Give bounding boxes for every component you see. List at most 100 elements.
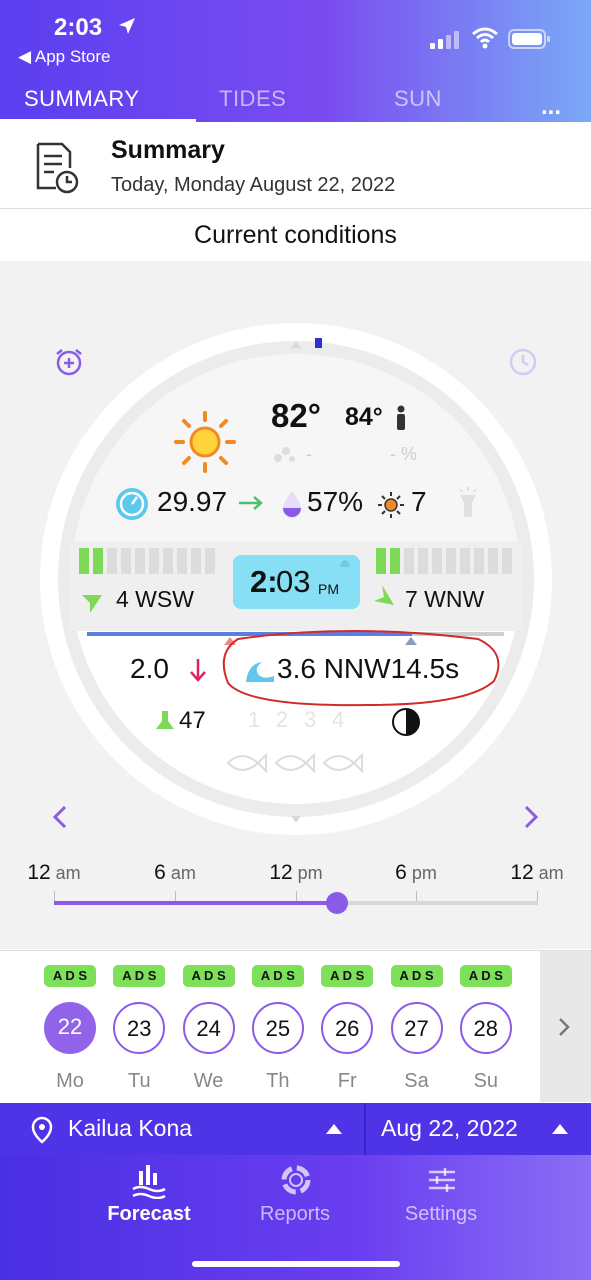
timeline-slider-handle[interactable] xyxy=(326,892,349,914)
page-title: Summary xyxy=(111,136,225,164)
signal-icon xyxy=(430,31,459,49)
location-name[interactable]: Kailua Kona xyxy=(68,1115,192,1142)
wind-direction-right-icon xyxy=(374,585,394,605)
water-temp-icon xyxy=(156,711,174,729)
fish-rating-2: 2 xyxy=(276,707,289,732)
day-button[interactable]: 28 xyxy=(459,1002,512,1054)
nav-reports[interactable]: Reports xyxy=(235,1163,355,1233)
timeline-label-unit: am xyxy=(170,863,196,883)
timeline-label: 6 pm xyxy=(366,861,466,885)
timeline-tick xyxy=(175,891,176,901)
day-button[interactable]: 26 xyxy=(321,1002,374,1054)
rain-amount: - xyxy=(306,444,312,464)
tab-tides[interactable]: TIDES xyxy=(219,86,286,112)
wifi-icon xyxy=(472,27,498,49)
bottom-navigation: Forecast Reports Settings xyxy=(0,1155,591,1280)
nav-settings-label: Settings xyxy=(404,1203,478,1225)
day-of-week-label: Sa xyxy=(404,1070,429,1092)
wind-strength-bar xyxy=(502,548,512,574)
reports-icon xyxy=(281,1165,311,1195)
time-minutes: 03 xyxy=(276,564,311,599)
wind-strength-bar xyxy=(488,548,498,574)
timeline-label: 12 am xyxy=(487,861,587,885)
next-hour-chevron-icon[interactable] xyxy=(522,805,540,829)
day-of-week-label: Th xyxy=(266,1070,290,1092)
timeline-label: 6 am xyxy=(125,861,225,885)
alarm-add-icon[interactable] xyxy=(54,347,84,377)
day-button[interactable]: 24 xyxy=(182,1002,235,1054)
date-dropdown-caret-icon[interactable] xyxy=(552,1124,568,1134)
nav-settings[interactable]: Settings xyxy=(381,1163,501,1233)
ads-badge: A D S xyxy=(182,965,235,987)
wind-strength-bar xyxy=(205,548,215,574)
ads-badge: A D S xyxy=(113,965,166,987)
tab-summary[interactable]: SUMMARY xyxy=(24,86,140,112)
wind-strength-bar xyxy=(376,548,386,574)
wind-left-strength-bars xyxy=(79,548,219,574)
nav-forecast[interactable]: Forecast xyxy=(89,1163,209,1233)
previous-hour-chevron-icon[interactable] xyxy=(51,805,69,829)
temperature: 82° xyxy=(271,397,321,434)
back-to-app-store[interactable]: ◀ App Store xyxy=(18,47,110,67)
timeline-tick xyxy=(537,891,538,901)
day-selector: A D S 22 Mo A D S 23 Tu A D S 24 We A D S 25 Th A D … xyxy=(0,950,591,1103)
wind-strength-bar xyxy=(79,548,89,574)
wind-strength-bar xyxy=(191,548,201,574)
person-icon xyxy=(397,405,405,430)
feels-like-temperature: 84° xyxy=(345,403,383,431)
time-period: PM xyxy=(318,581,339,597)
timeline-label-unit: am xyxy=(538,863,564,883)
wind-strength-bar xyxy=(135,548,145,574)
rain-drops-icon xyxy=(274,447,295,462)
water-temperature: 47 xyxy=(179,707,206,734)
page-subtitle: Today, Monday August 22, 2022 xyxy=(111,174,396,196)
conditions-panel: 82° 84° - - % 29.97 57% 7 4 WSW 7 WNW 2:… xyxy=(0,261,591,949)
top-bar: 2:03 ◀ App Store SUMMARY TIDES SUN ... xyxy=(0,0,591,122)
uv-index-value: 7 xyxy=(411,486,427,517)
ads-badge: A D S xyxy=(251,965,304,987)
timeline-progress xyxy=(54,901,338,905)
wind-strength-bar xyxy=(121,548,131,574)
moon-phase-icon xyxy=(392,708,420,736)
timeline-label-number: 6 xyxy=(395,861,407,884)
timeline-tick xyxy=(296,891,297,901)
bell-icon xyxy=(340,560,350,567)
pressure-value: 29.97 xyxy=(157,486,228,517)
location-arrow-icon xyxy=(119,18,135,34)
location-dropdown-caret-icon[interactable] xyxy=(326,1124,342,1134)
chevron-right-icon[interactable] xyxy=(557,1017,571,1037)
ads-badge: A D S xyxy=(321,965,374,987)
history-icon[interactable] xyxy=(508,347,538,377)
forecast-icon xyxy=(132,1165,166,1199)
rain-chance: - % xyxy=(390,444,417,464)
tide-height: 2.0 xyxy=(130,653,169,684)
day-button[interactable]: 27 xyxy=(390,1002,443,1054)
status-time: 2:03 xyxy=(54,14,103,41)
timeline-label-unit: pm xyxy=(411,863,437,883)
day-button[interactable]: 25 xyxy=(251,1002,304,1054)
timeline-label-number: 12 xyxy=(269,861,293,884)
wind-right-value: 7 WNW xyxy=(405,586,485,612)
fish-rating-4: 4 xyxy=(332,707,345,732)
section-title: Current conditions xyxy=(194,221,397,249)
battery-icon xyxy=(508,29,550,49)
day-button[interactable]: 23 xyxy=(113,1002,166,1054)
wind-left-value: 4 WSW xyxy=(116,586,194,612)
wind-strength-bar xyxy=(177,548,187,574)
ads-badge: A D S xyxy=(44,965,96,987)
wind-strength-bar xyxy=(390,548,400,574)
tab-sun[interactable]: SUN xyxy=(394,86,442,112)
day-button[interactable]: 22 xyxy=(44,1002,96,1054)
selected-date[interactable]: Aug 22, 2022 xyxy=(381,1115,518,1142)
location-pin-icon xyxy=(31,1116,53,1144)
uv-sun-icon xyxy=(378,492,404,518)
annotation-circle xyxy=(222,630,500,707)
time-hour: 2: xyxy=(250,564,278,599)
summary-header: Summary Today, Monday August 22, 2022 xyxy=(0,124,591,209)
timeline-label: 12 pm xyxy=(246,861,346,885)
fish-icons xyxy=(226,752,363,774)
settings-icon xyxy=(429,1168,455,1192)
humidity-value: 57% xyxy=(307,486,364,517)
wind-strength-bar xyxy=(474,548,484,574)
more-menu-button[interactable]: ... xyxy=(541,93,561,121)
